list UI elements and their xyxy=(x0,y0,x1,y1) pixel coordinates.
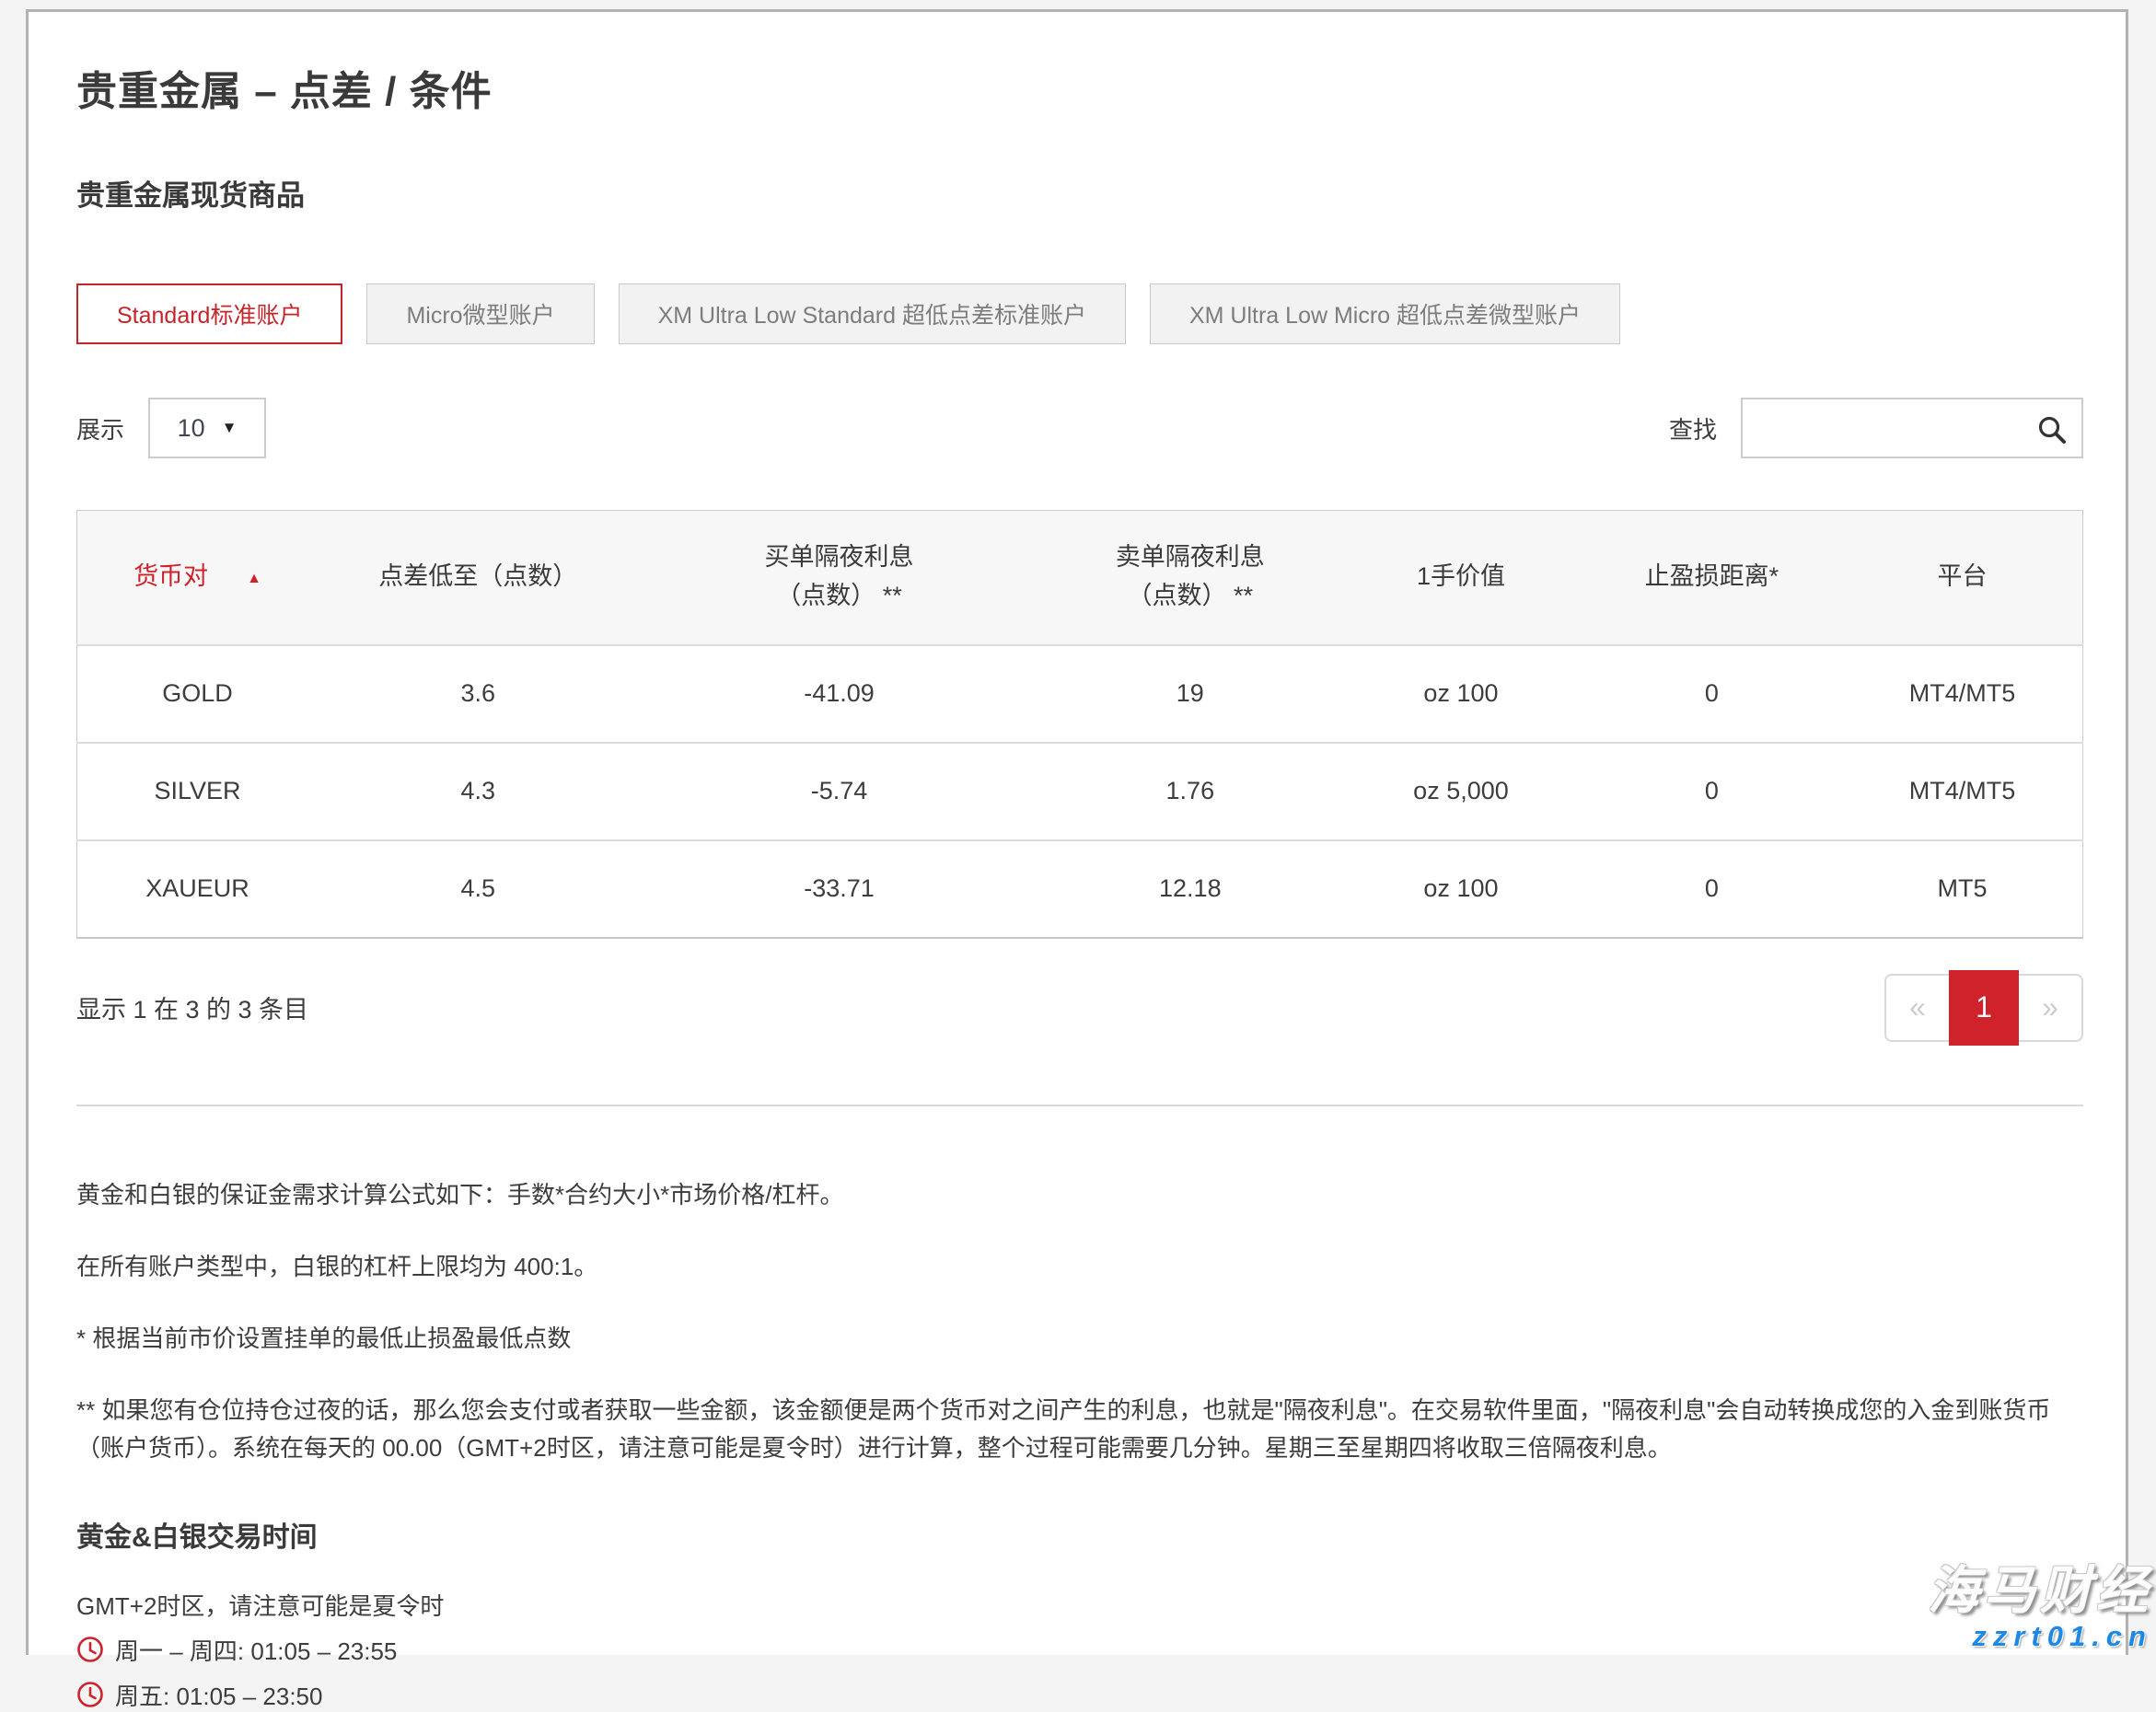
cell-stop-level: 0 xyxy=(1582,840,1842,938)
stop-level-footnote: * 根据当前市价设置挂单的最低止损盈最低点数 xyxy=(76,1320,2083,1357)
swap-footnote: ** 如果您有仓位持仓过夜的话，那么您会支付或者获取一些金额，该金额便是两个货币… xyxy=(76,1392,2083,1466)
column-header-lot-value[interactable]: 1手价值 xyxy=(1340,511,1581,645)
table-footer: 显示 1 在 3 的 3 条目 « 1 » xyxy=(76,970,2083,1046)
pagination: « 1 » xyxy=(1884,970,2083,1046)
table-row-xaueur: XAUEUR 4.5 -33.71 12.18 oz 100 0 MT5 xyxy=(77,840,2083,938)
cell-swap-short: 12.18 xyxy=(1039,840,1340,938)
column-header-swap-long[interactable]: 买单隔夜利息 （点数） ** xyxy=(639,511,1040,645)
cell-symbol: SILVER xyxy=(77,743,318,840)
clock-icon xyxy=(76,1636,104,1663)
tab-ultra-low-standard-account[interactable]: XM Ultra Low Standard 超低点差标准账户 xyxy=(619,283,1126,344)
spreads-table: 货币对 ▲ 点差低至（点数） 买单隔夜利息 （点数） ** 卖单隔夜利息 （点数）… xyxy=(76,510,2083,939)
cell-symbol: XAUEUR xyxy=(77,840,318,938)
cell-swap-short: 19 xyxy=(1039,645,1340,743)
entries-info: 显示 1 在 3 的 3 条目 xyxy=(76,989,308,1025)
cell-swap-long: -5.74 xyxy=(639,743,1040,840)
page-size-value: 10 xyxy=(178,414,205,443)
page-size-dropdown[interactable]: 10 ▼ xyxy=(148,398,266,458)
column-header-stop-level[interactable]: 止盈损距离* xyxy=(1582,511,1842,645)
search-icon xyxy=(2035,413,2069,446)
cell-swap-long: -41.09 xyxy=(639,645,1040,743)
column-header-swap-short[interactable]: 卖单隔夜利息 （点数） ** xyxy=(1039,511,1340,645)
search-label: 查找 xyxy=(1669,411,1717,445)
page-title: 贵重金属 – 点差 / 条件 xyxy=(76,58,2083,117)
cell-platform: MT4/MT5 xyxy=(1842,645,2083,743)
cell-spread: 4.3 xyxy=(318,743,639,840)
schedule-weekdays-label: 周一 – 周四: 01:05 – 23:55 xyxy=(115,1633,397,1667)
cell-spread: 3.6 xyxy=(318,645,639,743)
tab-ultra-low-micro-account[interactable]: XM Ultra Low Micro 超低点差微型账户 xyxy=(1150,283,1620,344)
schedule-friday-label: 周五: 01:05 – 23:50 xyxy=(115,1678,322,1712)
cell-lot-value: oz 100 xyxy=(1340,840,1581,938)
column-header-symbol[interactable]: 货币对 ▲ xyxy=(77,511,318,645)
column-header-symbol-label: 货币对 xyxy=(133,562,208,590)
pagination-next-button[interactable]: » xyxy=(2017,974,2083,1042)
column-header-platform[interactable]: 平台 xyxy=(1842,511,2083,645)
cell-lot-value: oz 100 xyxy=(1340,645,1581,743)
schedule-row-weekdays: 周一 – 周四: 01:05 – 23:55 xyxy=(76,1633,2083,1667)
search-input[interactable] xyxy=(1743,399,2081,457)
cell-stop-level: 0 xyxy=(1582,743,1842,840)
show-entries-label: 展示 xyxy=(76,411,124,445)
cell-platform: MT4/MT5 xyxy=(1842,743,2083,840)
margin-formula-note: 黄金和白银的保证金需求计算公式如下：手数*合约大小*市场价格/杠杆。 xyxy=(76,1176,2083,1213)
cell-spread: 4.5 xyxy=(318,840,639,938)
search-box xyxy=(1741,398,2083,458)
cell-swap-long: -33.71 xyxy=(639,840,1040,938)
table-header-row: 货币对 ▲ 点差低至（点数） 买单隔夜利息 （点数） ** 卖单隔夜利息 （点数）… xyxy=(77,511,2083,645)
watermark: 海马财经 zzrt01.cn xyxy=(1928,1549,2152,1653)
cell-platform: MT5 xyxy=(1842,840,2083,938)
cell-symbol: GOLD xyxy=(77,645,318,743)
leverage-note: 在所有账户类型中，白银的杠杆上限均为 400:1。 xyxy=(76,1248,2083,1285)
account-type-tabs: Standard标准账户 Micro微型账户 XM Ultra Low Stan… xyxy=(76,283,2083,344)
trading-hours-heading: 黄金&白银交易时间 xyxy=(76,1514,2083,1555)
cell-swap-short: 1.76 xyxy=(1039,743,1340,840)
section-divider xyxy=(76,1105,2083,1106)
table-row-silver: SILVER 4.3 -5.74 1.76 oz 5,000 0 MT4/MT5 xyxy=(77,743,2083,840)
column-header-spread[interactable]: 点差低至（点数） xyxy=(318,511,639,645)
watermark-brand: 海马财经 xyxy=(1928,1549,2152,1624)
sort-asc-icon: ▲ xyxy=(247,571,261,586)
tab-micro-account[interactable]: Micro微型账户 xyxy=(366,283,594,344)
notes-section: 黄金和白银的保证金需求计算公式如下：手数*合约大小*市场价格/杠杆。 在所有账户… xyxy=(76,1176,2083,1466)
tab-standard-account[interactable]: Standard标准账户 xyxy=(76,283,342,344)
timezone-note: GMT+2时区，请注意可能是夏令时 xyxy=(76,1588,2083,1622)
schedule-row-friday: 周五: 01:05 – 23:50 xyxy=(76,1678,2083,1712)
table-row-gold: GOLD 3.6 -41.09 19 oz 100 0 MT4/MT5 xyxy=(77,645,2083,743)
cell-lot-value: oz 5,000 xyxy=(1340,743,1581,840)
content-panel: 贵重金属 – 点差 / 条件 贵重金属现货商品 Standard标准账户 Mic… xyxy=(26,9,2128,1655)
chevron-down-icon: ▼ xyxy=(222,419,238,437)
pagination-prev-button[interactable]: « xyxy=(1884,974,1951,1042)
page-subtitle: 贵重金属现货商品 xyxy=(76,172,2083,214)
table-controls: 展示 10 ▼ 查找 xyxy=(76,398,2083,458)
pagination-page-1-button[interactable]: 1 xyxy=(1949,970,2019,1046)
clock-icon xyxy=(76,1681,104,1708)
cell-stop-level: 0 xyxy=(1582,645,1842,743)
watermark-url: zzrt01.cn xyxy=(1928,1620,2152,1653)
